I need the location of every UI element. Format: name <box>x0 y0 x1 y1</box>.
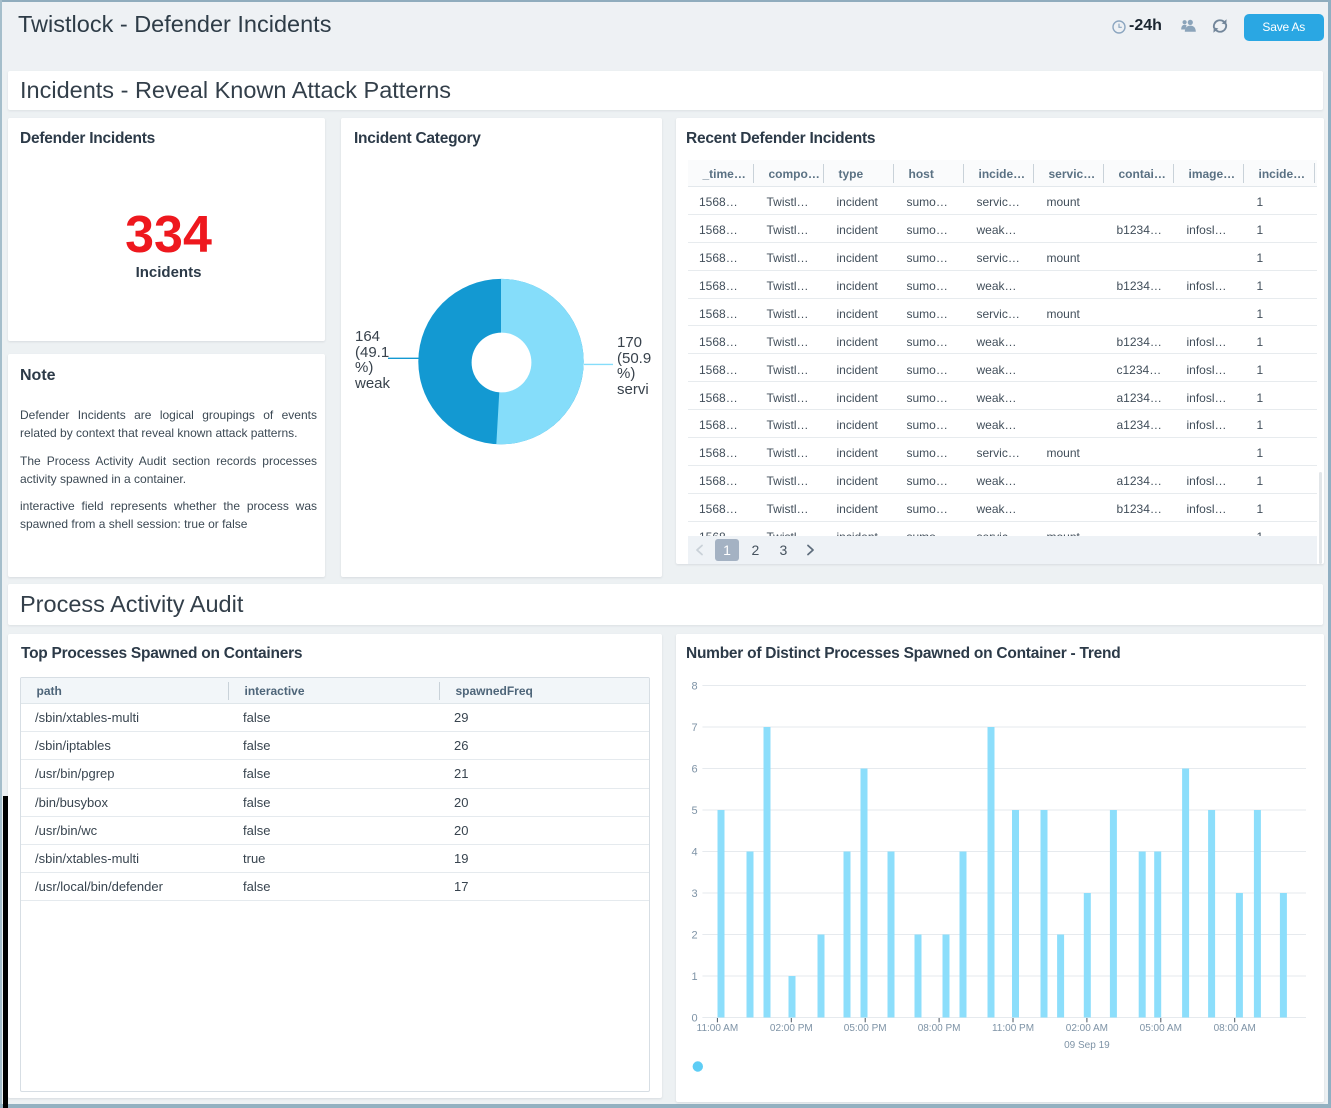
svg-text:02:00 AM: 02:00 AM <box>1066 1023 1108 1034</box>
svg-text:08:00 AM: 08:00 AM <box>1214 1023 1256 1034</box>
svg-text:09 Sep 19: 09 Sep 19 <box>1064 1040 1110 1051</box>
svg-text:6: 6 <box>691 763 697 775</box>
svg-text:2: 2 <box>691 929 697 941</box>
svg-text:3: 3 <box>691 888 697 900</box>
svg-text:08:00 PM: 08:00 PM <box>918 1023 961 1034</box>
svg-text:4: 4 <box>691 846 697 858</box>
svg-text:05:00 PM: 05:00 PM <box>844 1023 887 1034</box>
svg-text:8: 8 <box>691 680 697 692</box>
svg-text:11:00 PM: 11:00 PM <box>992 1023 1034 1034</box>
svg-text:02:00 PM: 02:00 PM <box>770 1023 813 1034</box>
svg-text:5: 5 <box>691 805 697 817</box>
svg-text:1: 1 <box>691 971 697 983</box>
svg-text:11:00 AM: 11:00 AM <box>697 1023 739 1034</box>
svg-text:05:00 AM: 05:00 AM <box>1140 1023 1182 1034</box>
svg-text:7: 7 <box>691 722 697 734</box>
